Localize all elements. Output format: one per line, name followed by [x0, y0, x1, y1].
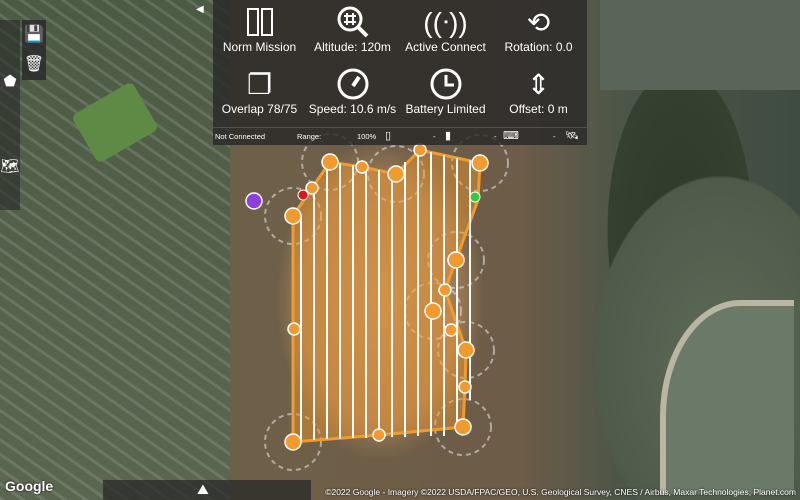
vertex-point[interactable]: [387, 165, 405, 183]
overlap-icon: ❐: [246, 68, 273, 100]
terrain-icon[interactable]: ⛰: [197, 481, 209, 498]
vertex-point[interactable]: [457, 341, 475, 359]
phone-battery: 100%: [357, 132, 377, 141]
mission-path-icon: [213, 4, 306, 40]
drone-battery: -: [433, 132, 436, 141]
save-icon[interactable]: 💾: [22, 24, 46, 44]
overlap-button[interactable]: ❐ Overlap 78/75: [213, 66, 306, 117]
label: Offset: 0 m: [509, 102, 568, 116]
vertex-point[interactable]: [287, 322, 301, 336]
vertex-point[interactable]: [321, 153, 339, 171]
vertex-point[interactable]: [444, 323, 458, 337]
left-strip: ⬟ 🗺: [0, 20, 20, 210]
end-marker: [297, 189, 309, 201]
speed-button[interactable]: Speed: 10.6 m/s: [306, 66, 399, 116]
vertex-point[interactable]: [305, 181, 319, 195]
range-label: Range:: [297, 132, 322, 141]
satellite-icon: 🛰: [565, 130, 579, 142]
vertex-point[interactable]: [424, 302, 442, 320]
label: Battery Limited: [405, 102, 486, 116]
home-marker[interactable]: [245, 192, 263, 210]
label: Active Connect: [405, 40, 486, 54]
vertex-point[interactable]: [471, 154, 489, 172]
phone-icon: ▯: [385, 130, 392, 142]
vertex-point[interactable]: [355, 160, 369, 174]
battery-icon: ▮: [445, 130, 452, 142]
vertex-point[interactable]: [372, 428, 386, 442]
bottom-bar: ⛰: [103, 480, 311, 500]
label: Speed: 10.6 m/s: [308, 102, 397, 116]
collapse-panel-icon[interactable]: ◀: [196, 4, 204, 15]
label: Rotation: 0.0: [504, 40, 573, 54]
altitude-button[interactable]: Altitude: 120m: [306, 4, 399, 54]
mission-polygon[interactable]: [291, 148, 482, 444]
map-attribution: ©2022 Google - Imagery ©2022 USDA/FPAC/G…: [325, 487, 796, 497]
clock-icon: [399, 66, 492, 102]
norm-mission-button[interactable]: Norm Mission: [213, 4, 306, 54]
gps-status: -: [553, 132, 556, 141]
offset-button[interactable]: ⇕ Offset: 0 m: [492, 66, 585, 117]
vertex-point[interactable]: [438, 283, 452, 297]
remote-status: -: [494, 132, 497, 141]
rotation-button[interactable]: ⟲ Rotation: 0.0: [492, 4, 585, 55]
vertex-point[interactable]: [458, 380, 472, 394]
connection-status: Not Connected: [215, 132, 266, 141]
start-marker: [469, 191, 481, 203]
antenna-icon: ((ᐧ)): [423, 6, 468, 38]
vertical-arrows-icon: ⇕: [526, 68, 551, 100]
trash-icon[interactable]: 🗑: [22, 54, 46, 74]
pentagon-icon[interactable]: ⬟: [0, 72, 22, 90]
battery-limited-button[interactable]: Battery Limited: [399, 66, 492, 116]
label: Overlap 78/75: [221, 102, 298, 116]
map-marker-icon[interactable]: 🗺: [0, 157, 22, 175]
vertex-point[interactable]: [284, 433, 302, 451]
status-bar: Not Connected Range: 100% ▯ - ▮ - ⌨ - 🛰: [213, 127, 587, 146]
vertex-point[interactable]: [284, 207, 302, 225]
vertex-point[interactable]: [447, 251, 465, 269]
active-connect-button[interactable]: ((ᐧ)) Active Connect: [399, 4, 492, 55]
crop-rotate-icon: ⟲: [526, 6, 551, 38]
speedometer-icon: [306, 66, 399, 102]
label: Altitude: 120m: [314, 40, 391, 54]
google-logo: Google: [5, 478, 54, 494]
remote-controller-icon: ⌨: [503, 130, 519, 142]
mission-settings-panel: Norm Mission Altitude: 120m ((ᐧ)) Active …: [213, 0, 587, 145]
left-toolbar: 💾 🗑: [22, 20, 46, 80]
label: Norm Mission: [222, 40, 297, 54]
grid-magnifier-icon: [306, 4, 399, 40]
vertex-point[interactable]: [454, 418, 472, 436]
